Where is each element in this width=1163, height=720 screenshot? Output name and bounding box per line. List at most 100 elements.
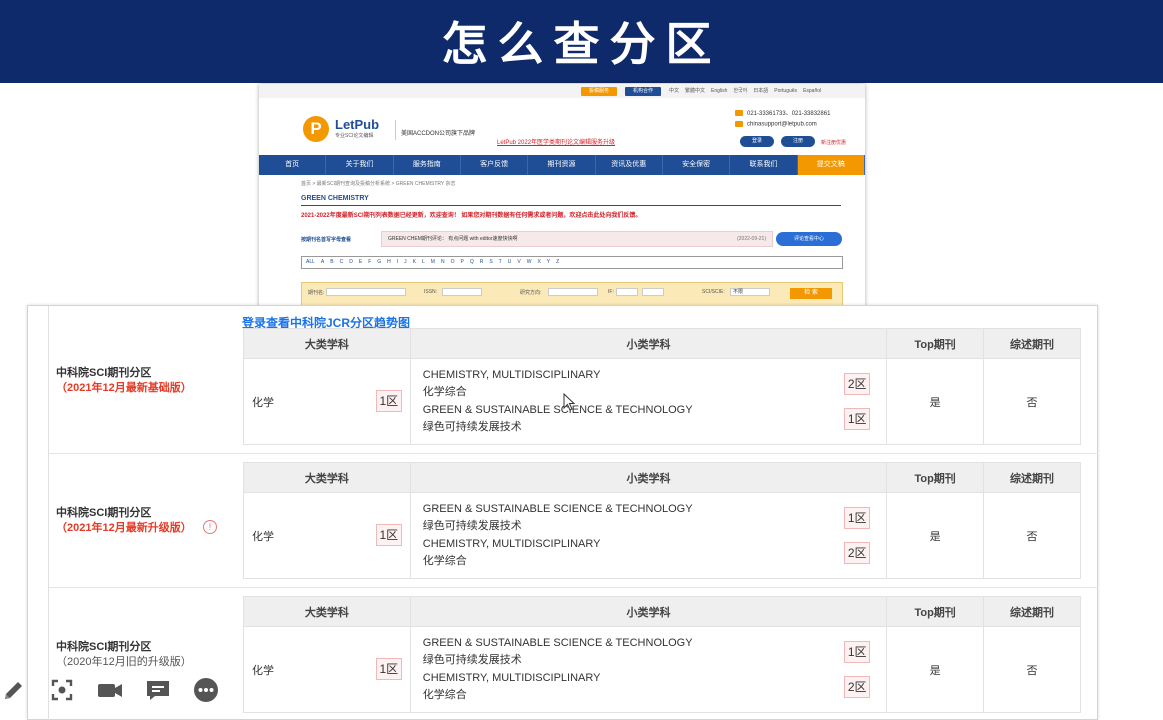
alphabet-letter[interactable]: R bbox=[480, 257, 484, 268]
table-header-row: 大类学科 小类学科 Top期刊 综述期刊 bbox=[243, 596, 1081, 627]
alphabet-letter[interactable]: M bbox=[431, 257, 435, 268]
header-review: 综述期刊 bbox=[983, 462, 1081, 493]
letpub-logo-icon[interactable]: P bbox=[303, 116, 329, 142]
search-label-issn: ISSN: bbox=[424, 289, 438, 295]
pencil-icon[interactable] bbox=[0, 676, 28, 704]
new-user-offer-link[interactable]: 新注册优惠 bbox=[821, 139, 846, 146]
alphabet-letter[interactable]: F bbox=[368, 257, 371, 268]
alphabet-letter[interactable]: N bbox=[441, 257, 445, 268]
parent-company: 美国ACCDON公司旗下品牌 bbox=[401, 131, 476, 137]
lang-link[interactable]: 한국어 bbox=[733, 87, 747, 96]
lang-link[interactable]: 中文 bbox=[669, 87, 679, 96]
minor-subject-cell: GREEN & SUSTAINABLE SCIENCE & TECHNOLOGY… bbox=[409, 626, 888, 713]
nav-journals[interactable]: 期刊资源 bbox=[528, 155, 596, 175]
nav-news[interactable]: 资讯及优惠 bbox=[596, 155, 663, 175]
breadcrumb[interactable]: 首页 > 最新SCI期刊查询及投稿分析系统 > GREEN CHEMISTRY … bbox=[301, 180, 456, 187]
alphabet-letter[interactable]: V bbox=[517, 257, 520, 268]
section-title: 中科院SCI期刊分区 bbox=[56, 641, 152, 653]
comment-center-button[interactable]: 评论查看中心 bbox=[776, 232, 842, 246]
register-button[interactable]: 注册 bbox=[781, 136, 815, 147]
section-title: 中科院SCI期刊分区 bbox=[56, 507, 152, 519]
alphabet-letter[interactable]: J bbox=[404, 257, 407, 268]
minor-subject-en: GREEN & SUSTAINABLE SCIENCE & TECHNOLOGY bbox=[422, 503, 693, 515]
nav-submit[interactable]: 提交文稿 bbox=[797, 155, 865, 175]
alphabet-letter[interactable]: H bbox=[387, 257, 391, 268]
minor-subject-cell: CHEMISTRY, MULTIDISCIPLINARY 化学综合 2区 GRE… bbox=[409, 358, 888, 445]
chat-icon[interactable] bbox=[144, 676, 172, 704]
alphabet-letter[interactable]: D bbox=[349, 257, 353, 268]
alphabet-letter[interactable]: I bbox=[397, 257, 398, 268]
title-divider bbox=[301, 205, 841, 206]
header-major: 大类学科 bbox=[243, 596, 411, 627]
issn-input[interactable] bbox=[442, 288, 482, 296]
slide-banner: 怎么查分区 bbox=[0, 0, 1163, 83]
alphabet-letter[interactable]: G bbox=[377, 257, 381, 268]
lang-link[interactable]: Português bbox=[774, 87, 797, 96]
login-button[interactable]: 登录 bbox=[740, 136, 774, 147]
section-edition: （2020年12月旧的升级版） bbox=[56, 656, 192, 668]
lang-link[interactable]: English bbox=[711, 87, 727, 96]
alphabet-letter[interactable]: T bbox=[499, 257, 502, 268]
major-zone-badge: 1区 bbox=[375, 390, 402, 412]
alphabet-letter[interactable]: A bbox=[321, 257, 324, 268]
alphabet-letter[interactable]: P bbox=[460, 257, 463, 268]
support-email[interactable]: chinasupport@letpub.com bbox=[735, 121, 817, 128]
minor-subject-en: CHEMISTRY, MULTIDISCIPLINARY bbox=[422, 538, 601, 550]
journal-name-input[interactable] bbox=[326, 288, 406, 296]
nav-about[interactable]: 关于我们 bbox=[326, 155, 394, 175]
alphabet-letter[interactable]: S bbox=[489, 257, 492, 268]
alphabet-letter[interactable]: ALL bbox=[306, 257, 315, 268]
alphabet-letter[interactable]: K bbox=[413, 257, 416, 268]
minor-subject-cn: 化学综合 bbox=[422, 555, 467, 567]
alphabet-letter[interactable]: X bbox=[537, 257, 540, 268]
alphabet-letter[interactable]: O bbox=[451, 257, 455, 268]
alphabet-letter[interactable]: Y bbox=[547, 257, 550, 268]
info-icon[interactable]: ! bbox=[203, 520, 217, 534]
major-subject-cell: 化学 1区 bbox=[243, 492, 411, 579]
comment-ticker[interactable]: GREEN CHEM期刊评论： 有点问题 with editor速度快快啊 (2… bbox=[381, 231, 773, 247]
alphabet-letter[interactable]: Q bbox=[470, 257, 474, 268]
search-button[interactable]: 检 索 bbox=[790, 288, 832, 299]
if-max-input[interactable] bbox=[642, 288, 664, 296]
promo-notice-link[interactable]: LetPub 2022年医学类期刊论文编辑服务升级 bbox=[497, 137, 615, 146]
alphabet-letter[interactable]: E bbox=[359, 257, 362, 268]
alphabet-letter[interactable]: Z bbox=[556, 257, 559, 268]
nav-contact[interactable]: 联系我们 bbox=[730, 155, 798, 175]
nav-services[interactable]: 服务指南 bbox=[394, 155, 461, 175]
minor-zone-badge: 1区 bbox=[844, 408, 871, 430]
minor-subject-en: CHEMISTRY, MULTIDISCIPLINARY bbox=[422, 369, 601, 381]
sci-select[interactable]: 不限 bbox=[730, 288, 770, 296]
nav-security[interactable]: 安全保密 bbox=[663, 155, 731, 175]
nav-home[interactable]: 首页 bbox=[259, 155, 327, 175]
alphabet-letter[interactable]: C bbox=[340, 257, 344, 268]
nav-feedback[interactable]: 客户反馈 bbox=[461, 155, 529, 175]
alphabet-letter[interactable]: L bbox=[422, 257, 425, 268]
alphabet-letter[interactable]: U bbox=[508, 257, 512, 268]
submission-service-button[interactable]: 投稿服务 bbox=[581, 87, 617, 96]
alphabet-letter[interactable]: B bbox=[330, 257, 333, 268]
table-row: 化学 1区 GREEN & SUSTAINABLE SCIENCE & TECH… bbox=[243, 626, 1081, 713]
institution-cooperation-button[interactable]: 机构合作 bbox=[625, 87, 661, 96]
camera-icon[interactable] bbox=[96, 676, 124, 704]
header-minor: 小类学科 bbox=[409, 328, 888, 359]
slide-title: 怎么查分区 bbox=[441, 17, 722, 71]
letpub-topbar: 投稿服务 机构合作 中文 繁體中文 English 한국어 日本語 Portug… bbox=[259, 84, 865, 98]
partition-table: 大类学科 小类学科 Top期刊 综述期刊 化学 1区 CHEMISTRY, MU… bbox=[243, 328, 1081, 445]
header-review: 综述期刊 bbox=[983, 328, 1081, 359]
search-label-sci: SCI/SCIE: bbox=[702, 289, 725, 295]
letpub-logo-name[interactable]: LetPub bbox=[335, 117, 379, 132]
alphabet-letter[interactable]: W bbox=[527, 257, 532, 268]
more-icon[interactable] bbox=[192, 676, 220, 704]
lang-link[interactable]: Español bbox=[803, 87, 821, 96]
minor-zone-badge: 2区 bbox=[844, 676, 871, 698]
partition-table: 大类学科 小类学科 Top期刊 综述期刊 化学 1区 GREEN & SUSTA… bbox=[243, 596, 1081, 713]
minor-zone-badge: 1区 bbox=[844, 641, 871, 663]
research-field-input[interactable] bbox=[548, 288, 598, 296]
letpub-logo-tagline: 专业SCI论文编辑 bbox=[335, 133, 374, 139]
lang-link[interactable]: 繁體中文 bbox=[685, 87, 705, 96]
lang-link[interactable]: 日本語 bbox=[753, 87, 768, 96]
if-min-input[interactable] bbox=[616, 288, 638, 296]
table-row: 化学 1区 CHEMISTRY, MULTIDISCIPLINARY 化学综合 … bbox=[243, 358, 1081, 445]
screenshot-icon[interactable] bbox=[48, 676, 76, 704]
journal-title: GREEN CHEMISTRY bbox=[301, 195, 369, 202]
